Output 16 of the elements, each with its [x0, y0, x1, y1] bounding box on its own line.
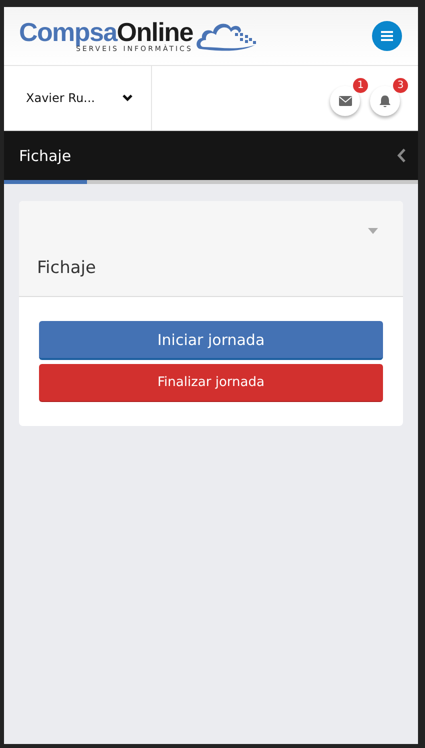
page-title: Fichaje — [19, 146, 72, 164]
chevron-down-icon — [122, 94, 133, 102]
start-button[interactable]: Iniciar jornada — [39, 321, 383, 360]
envelope-icon — [338, 96, 352, 106]
menu-button[interactable] — [372, 21, 402, 51]
bell-icon — [379, 94, 391, 108]
collapse-button[interactable] — [397, 148, 406, 163]
mail-button[interactable] — [330, 86, 360, 116]
finish-button[interactable]: Finalizar jornada — [39, 364, 383, 402]
card-title: Fichaje — [37, 258, 96, 278]
chevron-left-icon — [397, 148, 406, 163]
count-badge: 3 — [393, 78, 408, 93]
logo-text: Compsa — [19, 17, 117, 47]
notifications-button[interactable] — [370, 86, 400, 116]
count-badge: 1 — [353, 78, 368, 93]
menu-icon — [381, 31, 393, 41]
